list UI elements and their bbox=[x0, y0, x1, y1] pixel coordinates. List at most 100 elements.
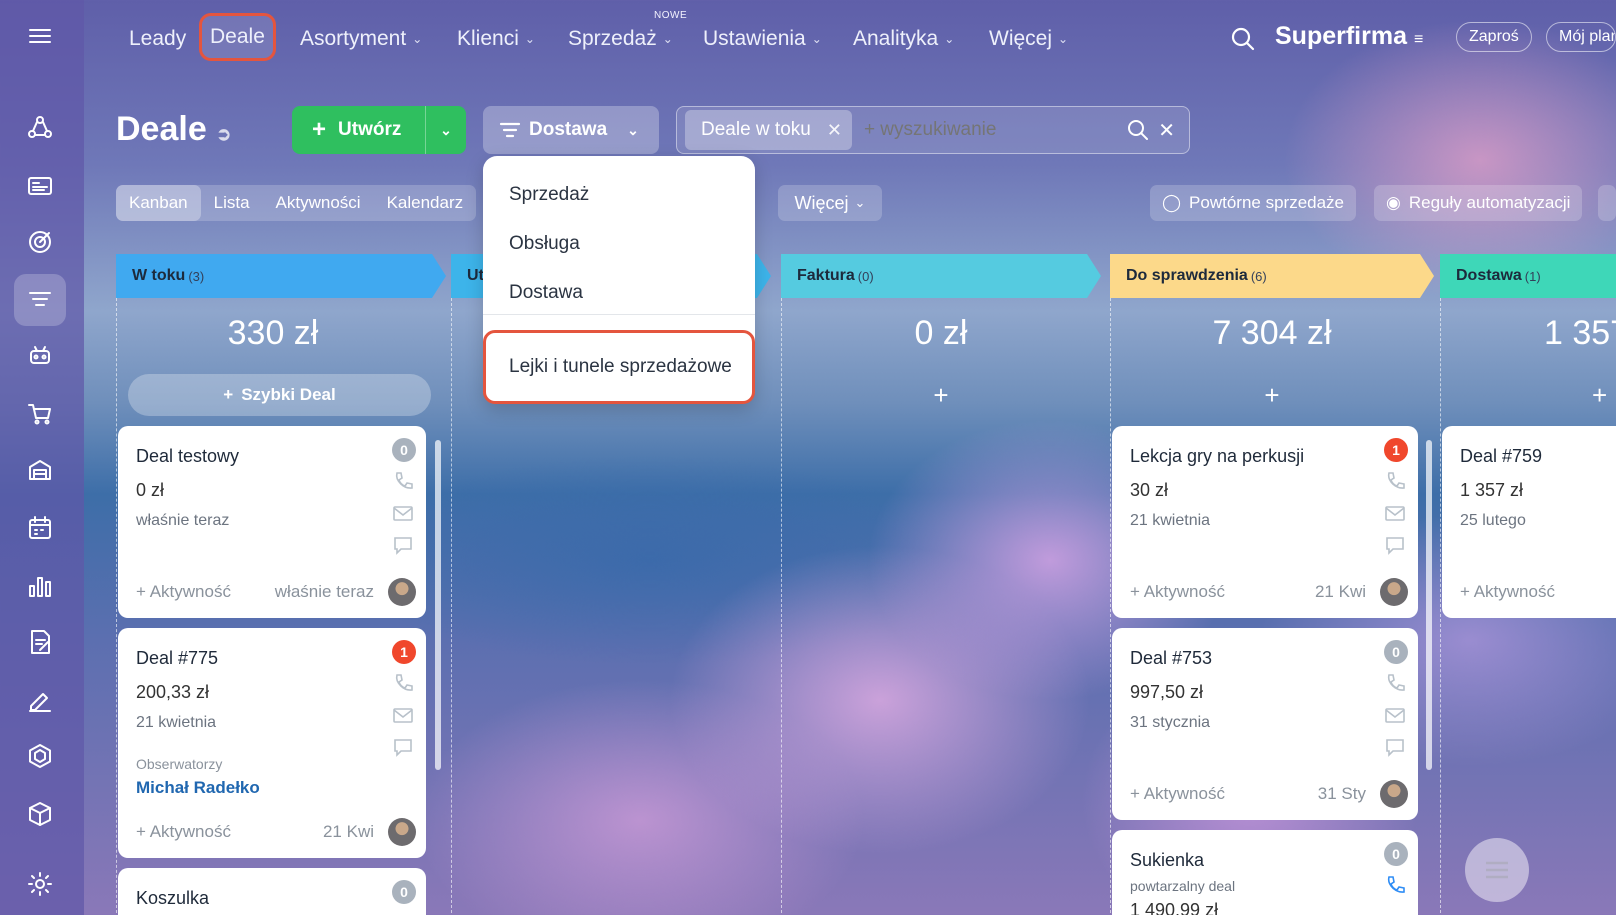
deal-card[interactable]: Deal #759 1 357 zł 25 lutego + Aktywność bbox=[1442, 426, 1616, 618]
mail-icon[interactable] bbox=[1384, 704, 1406, 726]
company-name[interactable]: Superfirma ≡ bbox=[1275, 22, 1423, 51]
mail-icon[interactable] bbox=[392, 502, 414, 524]
chevron-down-icon: ⌄ bbox=[662, 32, 673, 46]
add-deal-icon[interactable]: + bbox=[1110, 380, 1434, 411]
quick-deal-button[interactable]: + Szybki Deal bbox=[128, 374, 431, 416]
nav-asortyment[interactable]: Asortyment ⌄ bbox=[300, 24, 422, 54]
cart-icon[interactable] bbox=[14, 388, 66, 440]
create-button[interactable]: + Utwórz ⌄ bbox=[292, 106, 466, 154]
pin-icon[interactable]: ➲ bbox=[216, 124, 231, 144]
deal-title[interactable]: Koszulka bbox=[136, 888, 209, 909]
funnel-icon[interactable] bbox=[14, 274, 66, 326]
menu-icon[interactable] bbox=[14, 10, 66, 62]
deal-title[interactable]: Lekcja gry na perkusji bbox=[1130, 446, 1304, 467]
avatar[interactable] bbox=[1380, 578, 1408, 606]
hexagon-icon[interactable] bbox=[14, 730, 66, 782]
chat-icon[interactable] bbox=[1384, 534, 1406, 556]
crm-icon[interactable] bbox=[14, 102, 66, 154]
tab-kalendarz[interactable]: Kalendarz bbox=[374, 185, 477, 221]
nav-wiecej[interactable]: Więcej ⌄ bbox=[989, 24, 1068, 54]
chat-icon[interactable] bbox=[392, 534, 414, 556]
feed-fab-button[interactable] bbox=[1465, 838, 1529, 902]
filter-chip[interactable]: Deale w toku ✕ bbox=[685, 110, 852, 150]
invite-button[interactable]: Zaproś bbox=[1456, 22, 1532, 52]
store-icon[interactable] bbox=[14, 444, 66, 496]
close-icon[interactable]: ✕ bbox=[827, 120, 842, 141]
deal-card[interactable]: Deal testowy 0 0 zł właśnie teraz + Akty… bbox=[118, 426, 426, 618]
clear-icon[interactable]: ✕ bbox=[1158, 118, 1175, 143]
column-header[interactable]: Faktura (0) bbox=[781, 254, 1101, 298]
deal-card[interactable]: Sukienka 0 powtarzalny deal 1 490,99 zł bbox=[1112, 830, 1418, 915]
tab-kanban[interactable]: Kanban bbox=[116, 185, 201, 221]
phone-icon[interactable] bbox=[1384, 672, 1406, 694]
column-header[interactable]: Dostawa (1) bbox=[1440, 254, 1616, 298]
avatar[interactable] bbox=[388, 578, 416, 606]
phone-icon[interactable] bbox=[1384, 470, 1406, 492]
avatar[interactable] bbox=[388, 818, 416, 846]
add-activity-link[interactable]: + Aktywność bbox=[1460, 582, 1555, 602]
dropdown-item-dostawa[interactable]: Dostawa bbox=[509, 282, 583, 304]
dropdown-item-funnels-tunnels[interactable]: Lejki i tunele sprzedażowe bbox=[483, 330, 755, 404]
calendar-icon[interactable] bbox=[14, 502, 66, 554]
deal-title[interactable]: Deal testowy bbox=[136, 446, 239, 467]
mail-icon[interactable] bbox=[392, 704, 414, 726]
add-activity-link[interactable]: + Aktywność bbox=[136, 822, 231, 842]
analytics-icon[interactable] bbox=[14, 560, 66, 612]
nav-deale[interactable]: Deale bbox=[199, 13, 276, 61]
deal-card[interactable]: Deal #753 0 997,50 zł 31 stycznia + Akty… bbox=[1112, 628, 1418, 820]
chat-icon[interactable] bbox=[1384, 736, 1406, 758]
deal-title[interactable]: Deal #759 bbox=[1460, 446, 1542, 467]
deal-card[interactable]: Deal #775 1 200,33 zł 21 kwietnia Obserw… bbox=[118, 628, 426, 858]
automation-button[interactable]: ◉ Reguły automatyzacji bbox=[1374, 185, 1583, 221]
phone-icon[interactable] bbox=[392, 672, 414, 694]
nav-ustawienia[interactable]: Ustawienia ⌄ bbox=[703, 24, 822, 54]
search-icon[interactable] bbox=[1126, 118, 1150, 142]
target-icon[interactable] bbox=[14, 216, 66, 268]
views-more-button[interactable]: Więcej ⌄ bbox=[778, 185, 882, 221]
add-activity-link[interactable]: + Aktywność bbox=[136, 582, 231, 602]
column-header[interactable]: Do sprawdzenia (6) bbox=[1110, 254, 1434, 298]
nav-sprzedaz[interactable]: Sprzedaż ⌄ bbox=[568, 24, 673, 54]
observer-link[interactable]: Michał Radełko bbox=[136, 778, 260, 798]
search-input[interactable] bbox=[863, 119, 1127, 141]
nav-klienci[interactable]: Klienci ⌄ bbox=[457, 24, 535, 54]
nav-analityka[interactable]: Analityka ⌄ bbox=[853, 24, 954, 54]
settings-icon[interactable] bbox=[14, 858, 66, 910]
mail-icon[interactable] bbox=[1384, 502, 1406, 524]
deal-card[interactable]: Lekcja gry na perkusji 1 30 zł 21 kwietn… bbox=[1112, 426, 1418, 618]
add-deal-icon[interactable]: + bbox=[1592, 380, 1616, 411]
robot-icon[interactable] bbox=[14, 330, 66, 382]
tab-aktywnosci[interactable]: Aktywności bbox=[263, 185, 374, 221]
chevron-down-icon[interactable]: ⌄ bbox=[426, 122, 466, 139]
add-activity-link[interactable]: + Aktywność bbox=[1130, 582, 1225, 602]
sign-icon[interactable] bbox=[14, 674, 66, 726]
deal-title[interactable]: Deal #775 bbox=[136, 648, 218, 669]
add-deal-icon[interactable]: + bbox=[781, 380, 1101, 411]
tab-lista[interactable]: Lista bbox=[201, 185, 263, 221]
column-header[interactable]: W toku (3) bbox=[116, 254, 446, 298]
deal-title[interactable]: Sukienka bbox=[1130, 850, 1204, 871]
avatar[interactable] bbox=[1380, 780, 1408, 808]
deal-title[interactable]: Deal #753 bbox=[1130, 648, 1212, 669]
dropdown-item-sprzedaz[interactable]: Sprzedaż bbox=[509, 184, 589, 206]
funnel-select-button[interactable]: Dostawa ⌄ bbox=[483, 106, 659, 154]
more-tools-button[interactable] bbox=[1598, 185, 1616, 221]
add-activity-link[interactable]: + Aktywność bbox=[1130, 784, 1225, 804]
package-icon[interactable] bbox=[14, 788, 66, 840]
document-icon[interactable] bbox=[14, 616, 66, 668]
phone-icon[interactable] bbox=[392, 470, 414, 492]
my-plan-button[interactable]: Mój plan bbox=[1546, 22, 1616, 52]
create-main[interactable]: + Utwórz bbox=[292, 106, 426, 154]
dropdown-item-obsluga[interactable]: Obsługa bbox=[509, 233, 580, 255]
column-scrollbar[interactable] bbox=[1426, 440, 1432, 770]
nav-leady[interactable]: Leady bbox=[129, 24, 186, 54]
search-filter-box[interactable]: Deale w toku ✕ ✕ bbox=[676, 106, 1190, 154]
deal-card[interactable]: Koszulka 0 bbox=[118, 868, 426, 915]
column-scrollbar[interactable] bbox=[435, 440, 441, 770]
tasks-icon[interactable] bbox=[14, 160, 66, 212]
kanban-column-faktura: Faktura (0) 0 zł + bbox=[781, 254, 1101, 915]
phone-icon[interactable] bbox=[1384, 874, 1406, 896]
repeat-sales-button[interactable]: ◯ Powtórne sprzedaże bbox=[1150, 185, 1357, 221]
search-icon[interactable] bbox=[1230, 26, 1256, 52]
chat-icon[interactable] bbox=[392, 736, 414, 758]
